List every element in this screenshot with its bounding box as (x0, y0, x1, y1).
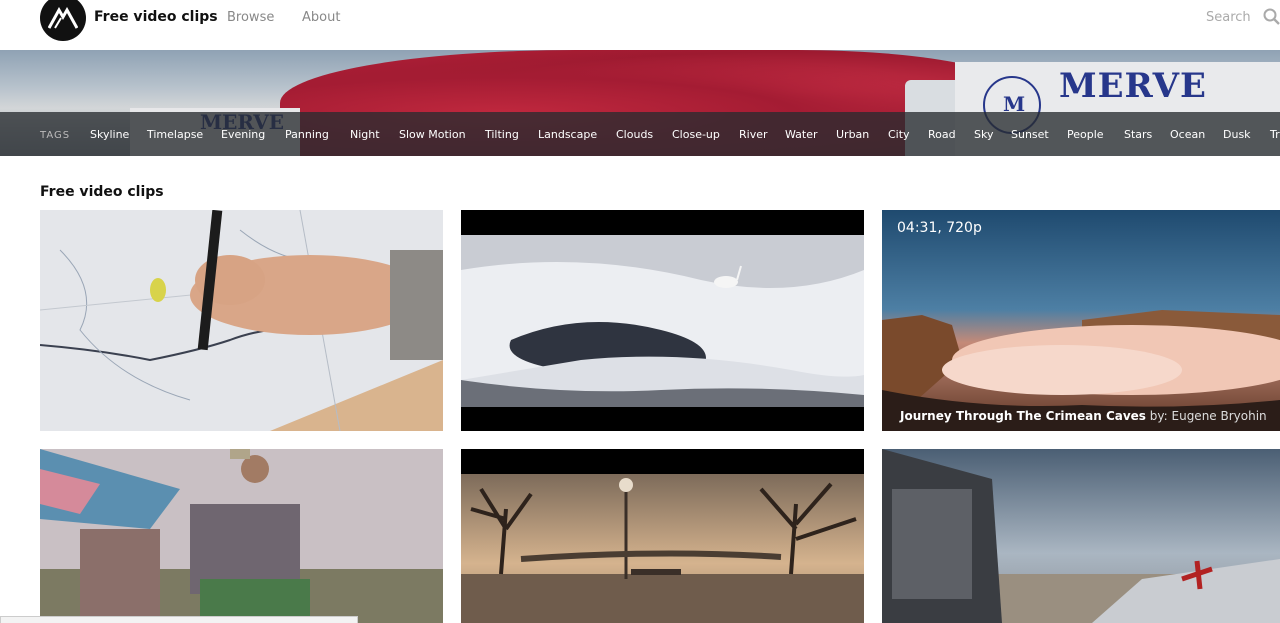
clip-duration-resolution: 04:31, 720p (897, 220, 982, 236)
clip-thumbnail (461, 449, 864, 623)
search-input[interactable]: Search (1206, 10, 1251, 25)
tag-people[interactable]: People (1067, 128, 1104, 141)
clip-thumbnail (40, 210, 443, 431)
clip-title[interactable]: Journey Through The Crimean Caves (900, 409, 1146, 423)
nav-browse-link[interactable]: Browse (227, 10, 274, 25)
search-icon[interactable] (1263, 8, 1280, 25)
tag-tr[interactable]: Tr (1270, 128, 1280, 141)
tag-night[interactable]: Night (350, 128, 380, 141)
tag-sky[interactable]: Sky (974, 128, 993, 141)
logo-icon[interactable] (40, 0, 86, 41)
tag-clouds[interactable]: Clouds (616, 128, 653, 141)
clip-card-workers-market[interactable] (40, 449, 443, 623)
tag-landscape[interactable]: Landscape (538, 128, 597, 141)
site-title[interactable]: Free video clips (94, 9, 218, 25)
tag-stars[interactable]: Stars (1124, 128, 1152, 141)
tags-bar: TAGS Skyline Timelapse Evening Panning N… (0, 112, 1280, 156)
clip-author[interactable]: Eugene Bryohin (1172, 409, 1267, 423)
tag-timelapse[interactable]: Timelapse (147, 128, 203, 141)
tag-water[interactable]: Water (785, 128, 818, 141)
truck-right-brand: MERVE (1059, 66, 1207, 106)
clip-caption: Journey Through The Crimean Caves by: Eu… (900, 409, 1267, 423)
tag-panning[interactable]: Panning (285, 128, 329, 141)
tag-city[interactable]: City (888, 128, 910, 141)
clip-card-flooded-park[interactable] (461, 449, 864, 623)
tag-close-up[interactable]: Close-up (672, 128, 720, 141)
clip-thumbnail (882, 210, 1280, 431)
nav-about-link[interactable]: About (302, 10, 340, 25)
clip-by-label: by: (1149, 409, 1168, 423)
tag-skyline[interactable]: Skyline (90, 128, 129, 141)
clip-thumbnail (40, 449, 443, 623)
tag-ocean[interactable]: Ocean (1170, 128, 1205, 141)
clip-card-hand-drawing-map[interactable] (40, 210, 443, 431)
clip-thumbnail (461, 210, 864, 431)
clip-thumbnail (882, 449, 1280, 623)
clip-card-swan-in-snow[interactable] (461, 210, 864, 431)
tag-river[interactable]: River (739, 128, 768, 141)
site-header: Free video clips Browse About Search (0, 0, 1280, 50)
clip-card-crimean-caves[interactable]: 04:31, 720p Journey Through The Crimean … (882, 210, 1280, 431)
logo-mark (48, 7, 78, 29)
browser-status-bar (0, 616, 358, 623)
tag-road[interactable]: Road (928, 128, 956, 141)
section-title: Free video clips (40, 184, 164, 200)
tag-sunset[interactable]: Sunset (1011, 128, 1049, 141)
tags-label: TAGS (40, 130, 71, 141)
tag-tilting[interactable]: Tilting (485, 128, 519, 141)
tag-dusk[interactable]: Dusk (1223, 128, 1251, 141)
tag-slow-motion[interactable]: Slow Motion (399, 128, 466, 141)
clip-card-plane-wreck[interactable] (882, 449, 1280, 623)
tag-evening[interactable]: Evening (221, 128, 265, 141)
tag-urban[interactable]: Urban (836, 128, 869, 141)
